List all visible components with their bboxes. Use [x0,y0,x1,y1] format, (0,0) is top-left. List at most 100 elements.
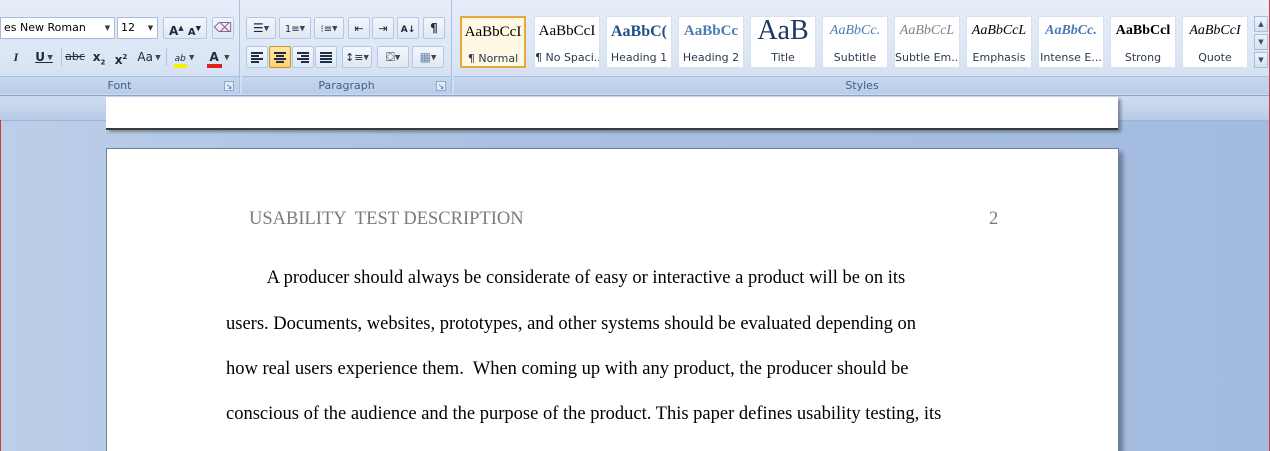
paragraph-dialog-launcher-icon[interactable]: ↘ [436,81,446,91]
style-title[interactable]: AaB Title [750,16,816,68]
page-number: 2 [989,209,999,229]
show-marks-button[interactable]: ¶ [423,17,445,39]
page-header-title: USABILITY TEST DESCRIPTION [249,209,524,229]
style-strong[interactable]: AaBbCcl Strong [1110,16,1176,68]
sort-icon: A↓ [400,25,416,35]
sort-button[interactable]: A↓ [397,17,419,39]
line-spacing-button[interactable]: ↕≡▼ [342,46,372,68]
increase-indent-button[interactable]: ⇥ [372,17,394,39]
style-name: Emphasis [972,51,1026,64]
style-intense-emphasis[interactable]: AaBbCc. Intense E... [1038,16,1104,68]
grow-font-button[interactable]: A▲ [169,24,184,38]
style-sample: AaBbCc. [1045,23,1097,38]
font-color-dropdown-icon[interactable]: ▼ [222,54,229,62]
ribbon: es New Roman ▼ 12 ▼ A▲ A▼ ⌫ I U ▼ abc x2… [0,0,1270,96]
style-sample: AaBbCc. [829,23,881,38]
style-heading-1[interactable]: AaBbC( Heading 1 [606,16,672,68]
font-group-label: Font [0,76,239,94]
borders-dropdown-icon[interactable]: ▼ [431,54,436,62]
highlight-button[interactable]: ab ▼ [168,46,200,68]
style-sample: AaBbCcL [971,23,1027,38]
font-name-dropdown-icon[interactable]: ▼ [101,18,114,38]
align-center-button[interactable] [269,46,291,68]
align-left-button[interactable] [246,46,268,68]
multilevel-list-button[interactable]: ⁝≡▼ [314,17,344,39]
style-sample: AaBbCcI [464,24,522,40]
shrink-font-button[interactable]: A▼ [188,25,201,38]
bullets-dropdown-icon[interactable]: ▼ [264,25,269,33]
align-left-icon [251,52,263,63]
pilcrow-icon: ¶ [430,21,438,35]
bullets-button[interactable]: ☰▼ [246,17,276,39]
style-name: Heading 2 [682,51,740,64]
italic-button[interactable]: I [6,46,26,68]
document-area[interactable]: USABILITY TEST DESCRIPTION 2 A producer … [0,97,1270,451]
body-text-line[interactable]: A producer should always be considerate … [226,268,906,289]
numbering-dropdown-icon[interactable]: ▼ [300,25,305,33]
numbering-button[interactable]: 1≡▼ [279,17,311,39]
underline-button[interactable]: U ▼ [29,46,59,68]
style-subtitle[interactable]: AaBbCc. Subtitle [822,16,888,68]
decrease-indent-button[interactable]: ⇤ [348,17,370,39]
style-subtle-emphasis[interactable]: AaBbCcL Subtle Em... [894,16,960,68]
paragraph-group: ☰▼ 1≡▼ ⁝≡▼ ⇤ ⇥ A↓ ¶ ↕≡▼ ⛋▼ ▦▼ Paragraph … [242,0,452,94]
separator [166,48,167,66]
highlight-dropdown-icon[interactable]: ▼ [187,54,194,62]
shading-dropdown-icon[interactable]: ▼ [395,54,400,62]
style-name: Subtle Em... [895,51,959,64]
change-case-label: Aa [137,50,153,64]
body-text-line[interactable]: users. Documents, websites, prototypes, … [226,314,916,335]
font-size-dropdown-icon[interactable]: ▼ [144,18,157,38]
styles-group-label: Styles [454,76,1270,94]
styles-scroll-up-icon[interactable]: ▲ [1254,16,1268,32]
style-quote[interactable]: AaBbCcI Quote [1182,16,1248,68]
underline-dropdown-icon[interactable]: ▼ [45,54,52,62]
borders-button[interactable]: ▦▼ [412,46,444,68]
style-sample: AaBbCcI [1189,23,1241,38]
font-size-value: 12 [121,21,135,34]
justify-button[interactable] [315,46,337,68]
multilevel-list-icon: ⁝≡ [320,24,333,35]
font-color-button[interactable]: A ▼ [202,46,234,68]
style-sample: AaBbCcI [538,23,596,39]
style-name: ¶ Normal [467,52,519,65]
body-text-line[interactable]: how real users experience them. When com… [226,359,908,380]
style-name: Strong [1124,51,1162,64]
style-no-spacing[interactable]: AaBbCcI ¶ No Spaci... [534,16,600,68]
align-center-icon [274,52,286,63]
styles-more-icon[interactable]: ▼ [1254,52,1268,68]
font-name-value: es New Roman [4,21,86,34]
shading-button[interactable]: ⛋▼ [377,46,409,68]
line-spacing-dropdown-icon[interactable]: ▼ [364,54,369,62]
style-heading-2[interactable]: AaBbCc Heading 2 [678,16,744,68]
change-case-button[interactable]: Aa ▼ [134,46,164,68]
style-sample: AaBbC( [610,23,667,40]
bullets-icon: ☰ [252,21,264,35]
grow-shrink-font-buttons: A▲ A▼ [163,17,207,39]
font-size-combo[interactable]: 12 ▼ [117,17,158,39]
style-name: Subtitle [833,51,877,64]
highlighter-icon: ab [173,54,187,68]
document-page[interactable]: USABILITY TEST DESCRIPTION 2 A producer … [106,148,1119,451]
subscript-button[interactable]: x2 [89,46,109,68]
paragraph-group-label: Paragraph [242,76,451,94]
paint-bucket-icon: ⛋ [385,50,395,64]
styles-scroll-down-icon[interactable]: ▼ [1254,34,1268,50]
font-name-combo[interactable]: es New Roman ▼ [0,17,115,39]
clear-formatting-button[interactable]: ⌫ [212,17,234,39]
body-text-line[interactable]: conscious of the audience and the purpos… [226,404,941,425]
align-right-button[interactable] [292,46,314,68]
decrease-indent-icon: ⇤ [354,22,364,35]
change-case-dropdown-icon[interactable]: ▼ [153,54,160,62]
style-name: Intense E... [1040,51,1102,64]
style-normal[interactable]: AaBbCcI ¶ Normal [460,16,526,68]
style-sample: AaBbCcl [1115,23,1171,38]
font-dialog-launcher-icon[interactable]: ↘ [224,81,234,91]
superscript-button[interactable]: x2 [111,46,131,68]
style-emphasis[interactable]: AaBbCcL Emphasis [966,16,1032,68]
style-name: Title [771,51,795,64]
font-group: es New Roman ▼ 12 ▼ A▲ A▼ ⌫ I U ▼ abc x2… [0,0,240,94]
strikethrough-button[interactable]: abc [63,46,87,68]
separator [61,48,62,66]
multilevel-list-dropdown-icon[interactable]: ▼ [332,25,337,33]
